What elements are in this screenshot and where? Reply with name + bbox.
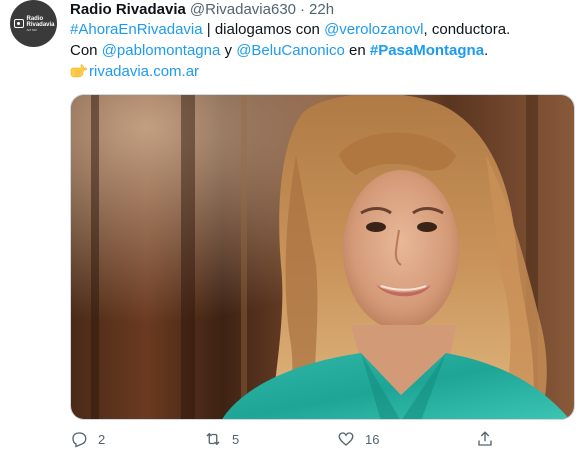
tweet-text-part: Con	[70, 42, 102, 59]
tweet-line-1: #AhoraEnRivadavia | dialogamos con @vero…	[70, 19, 570, 40]
tweet-actions: 2 5 16	[70, 430, 570, 450]
heart-icon	[338, 432, 354, 446]
hashtag-link[interactable]: #AhoraEnRivadavia	[70, 21, 203, 38]
like-button[interactable]: 16	[337, 430, 379, 448]
portrait-photo	[71, 95, 574, 419]
tweet-media-image[interactable]	[70, 94, 575, 420]
tweet[interactable]: Radio Rivadavia AM 630 Radio Rivadavia @…	[0, 0, 577, 448]
avatar-logo: Radio Rivadavia AM 630	[14, 16, 55, 32]
tweet-header: Radio Rivadavia @Rivadavia630 · 22h	[70, 0, 570, 19]
pointing-right-emoji-icon	[70, 64, 87, 78]
mention-link[interactable]: @BeluCanonico	[236, 42, 345, 59]
reply-count: 2	[98, 431, 106, 447]
hashtag-link[interactable]: #PasaMontagna	[370, 42, 484, 59]
mention-link[interactable]: @verolozanovl	[324, 21, 423, 38]
retweet-icon	[206, 432, 220, 446]
tweet-text-part: y	[220, 42, 237, 59]
tweet-line-2: Con @pablomontagna y @BeluCanonico en #P…	[70, 40, 570, 61]
reply-icon	[72, 432, 87, 448]
like-count: 16	[365, 431, 380, 447]
tweet-text-part: , conductora.	[423, 21, 511, 38]
tweet-text-part: en	[344, 42, 370, 59]
display-name[interactable]: Radio Rivadavia	[70, 1, 186, 18]
tweet-line-3: rivadavia.com.ar	[70, 61, 570, 82]
retweet-button[interactable]: 5	[204, 430, 239, 448]
user-handle[interactable]: @Rivadavia630	[190, 1, 296, 18]
share-button[interactable]	[476, 430, 494, 448]
separator-dot: ·	[300, 0, 306, 18]
avatar-sub: AM 630	[26, 27, 37, 32]
tweet-text-part: .	[484, 42, 489, 59]
mention-link[interactable]: @pablomontagna	[102, 42, 221, 59]
reply-button[interactable]: 2	[70, 430, 105, 448]
tweet-text: #AhoraEnRivadavia | dialogamos con @vero…	[70, 19, 570, 82]
share-icon	[478, 431, 492, 446]
radio-logo-icon	[14, 19, 25, 28]
tweet-content: Radio Rivadavia @Rivadavia630 · 22h #Aho…	[70, 0, 570, 82]
url-link[interactable]: rivadavia.com.ar	[89, 63, 199, 80]
retweet-count: 5	[232, 431, 240, 447]
avatar[interactable]: Radio Rivadavia AM 630	[10, 0, 57, 47]
tweet-text-part: | dialogamos con	[202, 21, 325, 38]
timestamp[interactable]: 22h	[309, 1, 334, 18]
